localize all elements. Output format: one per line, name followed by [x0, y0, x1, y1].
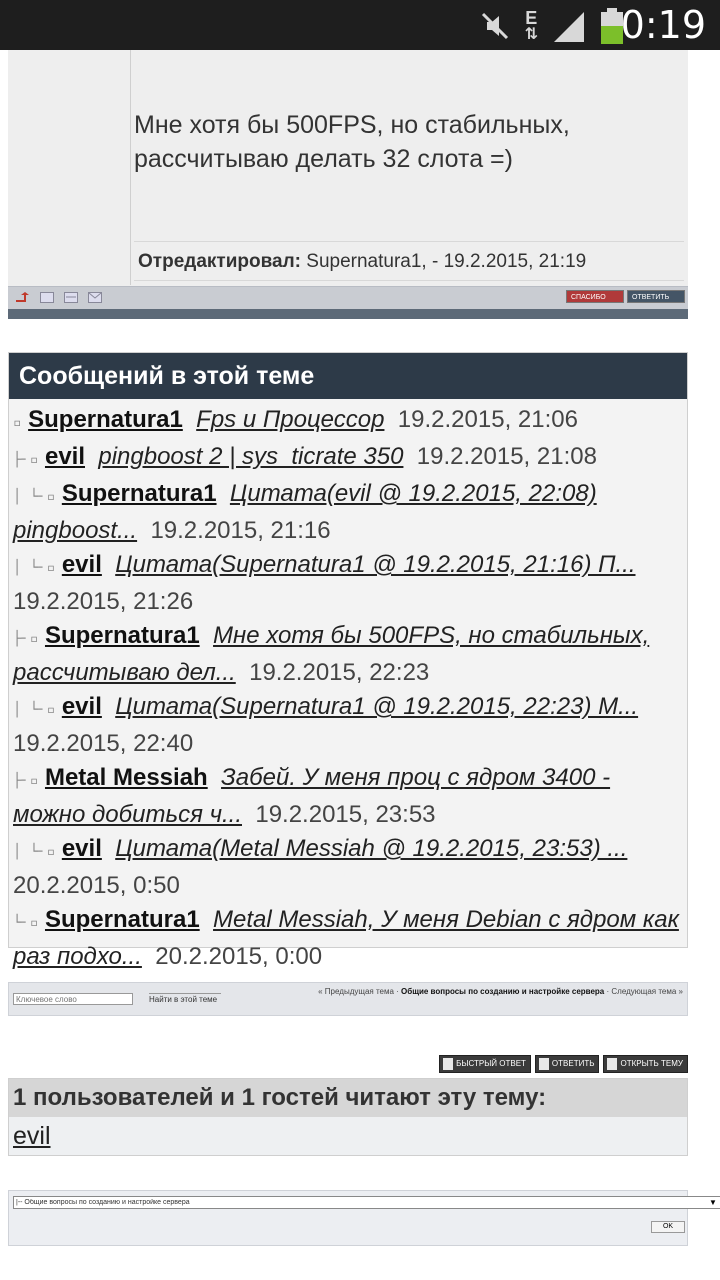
tree-marker: │ └╴▫: [13, 702, 56, 718]
reply-icon: [538, 1058, 549, 1070]
entry-author-link[interactable]: Supernatura1: [45, 622, 200, 649]
fast-reply-label: Быстрый ответ: [456, 1059, 526, 1068]
entry-author-link[interactable]: Supernatura1: [45, 906, 200, 933]
entry-date: 19.2.2015, 22:23: [249, 659, 430, 686]
post-toolbar: спасибо ответить: [8, 286, 688, 319]
entry-date: 19.2.2015, 23:53: [255, 801, 436, 828]
post-message-line: Мне хотя бы 500FPS, но стабильных,: [134, 111, 570, 139]
post-author-column: [8, 50, 131, 285]
forum-jump-select[interactable]: |-- Общие вопросы по созданию и настройк…: [13, 1196, 720, 1209]
topic-search-bar: Найти в этой теме « Предыдущая тема · Об…: [8, 982, 688, 1016]
topic-actions: Быстрый ответ Ответить Открыть тему: [439, 1055, 688, 1073]
entry-date: 19.2.2015, 21:08: [416, 443, 597, 470]
thread-entries: ▫ Supernatura1 Fps и Процессор 19.2.2015…: [9, 399, 687, 974]
new-topic-label: Открыть тему: [620, 1059, 683, 1068]
edited-note: Отредактировал: Supernatura1, - 19.2.201…: [134, 241, 684, 281]
entry-author-link[interactable]: evil: [62, 693, 102, 720]
new-topic-icon: [607, 1058, 618, 1070]
fast-reply-button[interactable]: Быстрый ответ: [439, 1055, 531, 1073]
tree-marker: │ └╴▫: [13, 560, 56, 576]
tree-marker: ├╴▫: [13, 452, 39, 468]
network-type: E: [525, 8, 538, 28]
post-divider: [8, 309, 688, 319]
thread-entry: └╴▫ Supernatura1 Metal Messiah, У меня D…: [13, 903, 683, 974]
tree-marker: ├╴▫: [13, 631, 39, 647]
edited-label: Отредактировал:: [138, 251, 301, 272]
forum-jump-box: |-- Общие вопросы по созданию и настройк…: [8, 1190, 720, 1246]
entry-title-link[interactable]: Цитата(Supernatura1 @ 19.2.2015, 21:16) …: [115, 551, 635, 578]
post-message: Мне хотя бы 500FPS, но стабильных, рассч…: [134, 108, 674, 176]
entry-date: 19.2.2015, 21:26: [13, 588, 194, 615]
new-topic-button[interactable]: Открыть тему: [603, 1055, 688, 1073]
forum-link[interactable]: Общие вопросы по созданию и настройке се…: [401, 987, 604, 996]
ok-button[interactable]: OK: [651, 1221, 685, 1233]
thread-entry: ├╴▫ Supernatura1 Мне хотя бы 500FPS, но …: [13, 619, 683, 690]
active-readers-box: 1 пользователей и 1 гостей читают эту те…: [8, 1078, 688, 1156]
entry-date: 19.2.2015, 21:06: [397, 406, 578, 433]
nav-separator: ·: [393, 987, 402, 996]
reply-icon: [443, 1058, 454, 1070]
entry-title-link[interactable]: pingboost 2 | sys_ticrate 350: [98, 443, 403, 470]
reply-topic-button[interactable]: Ответить: [534, 1055, 600, 1073]
tree-marker: └╴▫: [13, 915, 39, 931]
next-topic-link[interactable]: Следующая тема »: [611, 987, 683, 996]
entry-author-link[interactable]: evil: [62, 551, 102, 578]
muted-icon: [481, 12, 508, 40]
thread-entry: ├╴▫ Metal Messiah Забей. У меня проц с я…: [13, 761, 683, 832]
clock: 0:19: [620, 3, 706, 47]
thread-messages-box: Сообщений в этой теме ▫ Supernatura1 Fps…: [8, 352, 688, 970]
entry-title-link[interactable]: Цитата(Supernatura1 @ 19.2.2015, 22:23) …: [115, 693, 638, 720]
readers-list: evil: [9, 1117, 687, 1155]
topic-navigation: « Предыдущая тема · Общие вопросы по соз…: [318, 987, 683, 996]
tree-marker: │ └╴▫: [13, 844, 56, 860]
report-icon[interactable]: [40, 292, 54, 303]
entry-author-link[interactable]: evil: [45, 443, 85, 470]
edited-value: Supernatura1, - 19.2.2015, 21:19: [306, 251, 587, 272]
entry-author-link[interactable]: evil: [62, 835, 102, 862]
reply-label: Ответить: [551, 1059, 595, 1068]
tree-marker: ├╴▫: [13, 773, 39, 789]
entry-date: 20.2.2015, 0:50: [13, 872, 180, 899]
entry-author-link[interactable]: Supernatura1: [28, 406, 183, 433]
thread-entry: ▫ Supernatura1 Fps и Процессор 19.2.2015…: [13, 403, 683, 440]
entry-date: 19.2.2015, 22:40: [13, 730, 194, 757]
entry-title-link[interactable]: Fps и Процессор: [196, 406, 384, 433]
thread-entry: │ └╴▫ evil Цитата(Metal Messiah @ 19.2.2…: [13, 832, 683, 903]
status-bar: E ⇅ 0:19: [0, 0, 720, 50]
readers-heading: 1 пользователей и 1 гостей читают эту те…: [9, 1079, 687, 1117]
mail-icon[interactable]: [88, 292, 102, 303]
print-icon[interactable]: [64, 292, 78, 303]
find-in-topic-button[interactable]: Найти в этой теме: [149, 993, 221, 1006]
thread-heading: Сообщений в этой теме: [9, 353, 687, 399]
thread-entry: ├╴▫ evil pingboost 2 | sys_ticrate 350 1…: [13, 440, 683, 477]
tree-marker: │ └╴▫: [13, 489, 56, 505]
dropdown-arrow-icon: ▼: [709, 1198, 717, 1207]
reader-user-link[interactable]: evil: [13, 1122, 51, 1150]
post-message-line: рассчитываю делать 32 слота =): [134, 145, 513, 173]
entry-title-link[interactable]: Цитата(Metal Messiah @ 19.2.2015, 23:53)…: [115, 835, 627, 862]
thread-entry: │ └╴▫ evil Цитата(Supernatura1 @ 19.2.20…: [13, 548, 683, 619]
reply-button[interactable]: ответить: [627, 290, 685, 303]
thread-entry: │ └╴▫ evil Цитата(Supernatura1 @ 19.2.20…: [13, 690, 683, 761]
keyword-input[interactable]: [13, 993, 133, 1005]
prev-topic-link[interactable]: « Предыдущая тема: [318, 987, 394, 996]
signal-icon: [554, 12, 584, 42]
entry-author-link[interactable]: Supernatura1: [62, 480, 217, 507]
entry-date: 20.2.2015, 0:00: [155, 943, 323, 970]
status-icons: E ⇅: [479, 8, 624, 44]
thread-entry: │ └╴▫ Supernatura1 Цитата(evil @ 19.2.20…: [13, 477, 683, 548]
up-arrow-icon[interactable]: [14, 292, 30, 303]
data-arrows-icon: E ⇅: [524, 8, 538, 43]
tree-marker: ▫: [13, 415, 22, 431]
thanks-button[interactable]: спасибо: [566, 290, 624, 303]
entry-date: 19.2.2015, 21:16: [150, 517, 331, 544]
entry-author-link[interactable]: Metal Messiah: [45, 764, 208, 791]
forum-post: Мне хотя бы 500FPS, но стабильных, рассч…: [8, 50, 688, 319]
